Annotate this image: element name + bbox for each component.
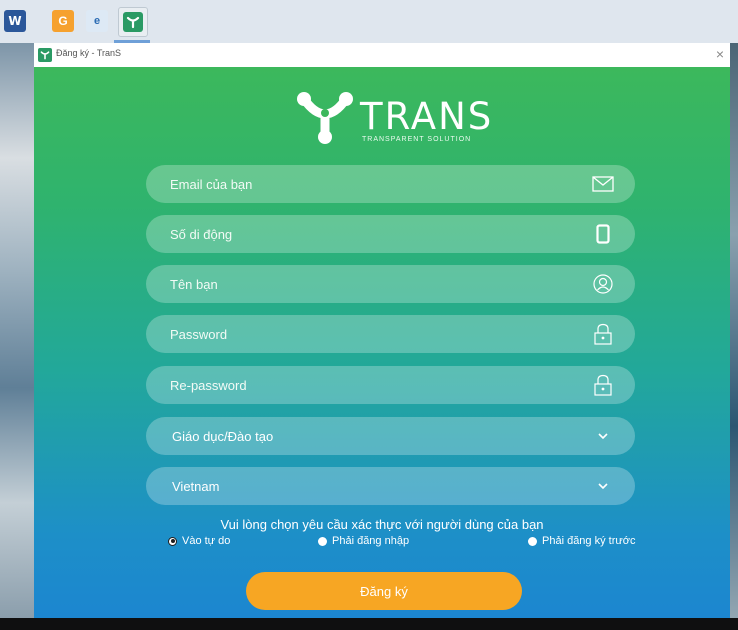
- window-titlebar: Đăng ký - TranS ×: [34, 43, 730, 68]
- window-title: Đăng ký - TranS: [56, 48, 122, 58]
- radio-register-required[interactable]: Phải đăng ký trước: [528, 535, 635, 547]
- name-input[interactable]: [146, 275, 591, 293]
- chevron-down-icon: [591, 474, 615, 498]
- radio-unselected-icon: [528, 536, 537, 546]
- trans-app-icon[interactable]: [118, 7, 148, 37]
- mail-icon: [591, 172, 615, 196]
- email-field[interactable]: [146, 165, 635, 203]
- country-selected-value: Vietnam: [172, 478, 220, 494]
- radio-free-access[interactable]: Vào tự do: [168, 535, 230, 547]
- word-app-icon[interactable]: W: [4, 10, 26, 32]
- password-field[interactable]: [146, 315, 635, 353]
- phone-icon: [591, 222, 615, 246]
- radio-login-required[interactable]: Phải đăng nhập: [318, 535, 409, 547]
- radio-selected-icon: [168, 536, 177, 546]
- register-button[interactable]: Đăng ký: [246, 572, 522, 610]
- name-field[interactable]: [146, 265, 635, 303]
- password-input[interactable]: [146, 325, 591, 343]
- industry-select[interactable]: Giáo dục/Đào tạo: [146, 417, 635, 455]
- phone-input[interactable]: [146, 225, 591, 243]
- register-form-panel: TRANS TRANSPARENT SOLUTION Email của bạn…: [34, 67, 730, 618]
- logo-wordmark: TRANS: [360, 95, 494, 138]
- radio-label: Phải đăng ký trước: [542, 535, 636, 547]
- taskbar: W G e: [0, 0, 738, 44]
- email-input[interactable]: [146, 175, 591, 193]
- radio-label: Phải đăng nhập: [332, 535, 410, 547]
- lock-icon: [591, 373, 615, 397]
- desktop-background-left: [0, 43, 34, 618]
- radio-unselected-icon: [318, 536, 327, 546]
- blue-app-icon[interactable]: e: [86, 10, 108, 32]
- user-icon: [591, 272, 615, 296]
- logo-tagline: TRANSPARENT SOLUTION: [362, 136, 472, 143]
- orange-app-icon[interactable]: G: [52, 10, 74, 32]
- phone-field[interactable]: [146, 215, 635, 253]
- trans-logo: TRANS TRANSPARENT SOLUTION: [296, 89, 492, 145]
- trans-logo-mark-icon: [297, 92, 353, 144]
- industry-selected-value: Giáo dục/Đào tạo: [172, 428, 274, 444]
- trans-logo-icon: [38, 48, 52, 62]
- bottom-bar: [0, 618, 738, 630]
- country-select[interactable]: Vietnam: [146, 467, 635, 505]
- lock-icon: [591, 322, 615, 346]
- repassword-field[interactable]: [146, 366, 635, 404]
- chevron-down-icon: [591, 424, 615, 448]
- close-icon[interactable]: ×: [716, 45, 724, 63]
- radio-label: Vào tự do: [182, 535, 231, 547]
- auth-requirement-title: Vui lòng chọn yêu cầu xác thực với người…: [220, 517, 544, 532]
- register-window: Đăng ký - TranS × TRANS TRANSPARENT SOLU…: [34, 43, 730, 618]
- desktop-background-right: [730, 43, 738, 618]
- repassword-input[interactable]: [146, 376, 591, 394]
